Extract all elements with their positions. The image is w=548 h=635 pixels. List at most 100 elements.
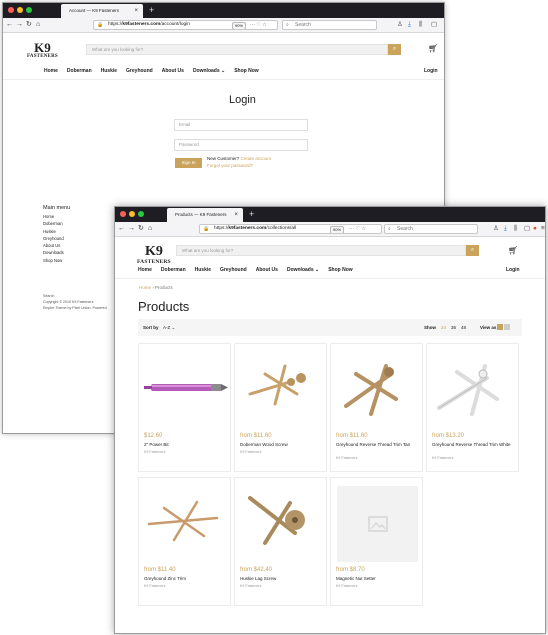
zoom-window-dot[interactable] [138,211,144,217]
nav-huskie[interactable]: Huskie [101,68,117,74]
reload-icon[interactable]: ↻ [26,20,32,30]
sidebar-icon[interactable]: ▢ [524,224,530,234]
close-window-dot[interactable] [8,7,14,13]
product-card[interactable]: from $42.40 Huskie Lag Screw K9 Fastener… [234,477,327,606]
sidebar-icon[interactable]: ▢ [431,20,437,30]
nav-home[interactable]: Home [138,267,152,273]
page-actions-icon[interactable]: ··· ♡ ☆ [349,225,366,233]
nav-downloads[interactable]: Downloads ⌄ [287,267,319,273]
password-field[interactable]: Password [174,139,308,151]
nav-huskie[interactable]: Huskie [195,267,211,273]
show-option-36[interactable]: 36 [451,325,456,330]
show-option-24[interactable]: 24 [441,325,446,330]
cart-icon[interactable]: 🛒︎ [428,44,438,53]
footer-link[interactable]: Shop Now [43,257,64,264]
nav-shop-now[interactable]: Shop Now [234,68,258,74]
url-bar[interactable]: 🔒 https://k9fasteners.com/collections/al… [199,224,382,234]
site-logo[interactable]: K9 FASTENERS [137,245,171,266]
account-icon[interactable]: ♙ [397,20,403,30]
library-icon[interactable]: ⫼ [514,224,517,234]
product-name[interactable]: Greyhound Reverse Thread Trim Tan [336,442,416,448]
site-logo[interactable]: K9 FASTENERS [27,41,58,60]
product-card[interactable]: from $11.40 Greyhound Zinc Trim K9 Faste… [138,477,231,606]
footer-link[interactable]: Greyhound [43,235,64,242]
extension-icon[interactable]: ● [533,224,537,234]
lock-icon: 🔒 [97,22,104,28]
breadcrumb-home[interactable]: Home [139,285,151,290]
page-actions-icon[interactable]: ··· ♡ ☆ [250,21,267,29]
new-tab-icon[interactable]: + [149,3,154,17]
reload-icon[interactable]: ↻ [138,224,144,234]
nav-about-us[interactable]: About Us [256,267,278,273]
minimize-window-dot[interactable] [129,211,135,217]
footer-link[interactable]: About Us [43,242,64,249]
site-search-input[interactable]: What are you looking for? [176,245,466,256]
nav-home[interactable]: Home [44,68,58,74]
download-icon[interactable]: ⤓ [504,224,507,234]
close-window-dot[interactable] [120,211,126,217]
show-option-48[interactable]: 48 [461,325,466,330]
account-icon[interactable]: ♙ [493,224,499,234]
url-prefix: https:// [108,22,123,27]
download-icon[interactable]: ⤓ [408,20,411,30]
product-card[interactable]: from $8.70 Magnetic Nut Setter K9 Fasten… [330,477,423,606]
url-bar[interactable]: 🔒 https://k9fasteners.com/account/login … [93,20,278,30]
sign-in-button[interactable]: Sign In [175,158,202,168]
home-icon[interactable]: ⌂ [36,20,40,30]
tab-products[interactable]: Products — K9 Fasteners × [167,208,243,222]
library-icon[interactable]: ⫼ [419,20,422,30]
product-name[interactable]: Greyhound Zinc Trim [144,576,224,582]
footer-link[interactable]: Home [43,213,64,220]
forward-arrow-icon[interactable]: → [16,20,23,30]
forward-arrow-icon[interactable]: → [128,224,135,234]
footer-link[interactable]: Doberman [43,220,64,227]
nav-doberman[interactable]: Doberman [67,68,92,74]
login-link[interactable]: Login [424,68,438,74]
home-icon[interactable]: ⌂ [148,224,152,234]
back-arrow-icon[interactable]: ← [6,20,13,30]
site-search-button[interactable]: ⌕ [388,44,401,55]
zoom-level[interactable]: 90% [330,226,345,233]
product-name[interactable]: Magnetic Nut Setter [336,576,416,582]
site-search-input[interactable]: What are you looking for? [86,44,388,55]
email-field[interactable]: Email [174,119,308,131]
url-prefix: https:// [214,226,229,231]
nav-doberman[interactable]: Doberman [161,267,186,273]
browser-search-input[interactable]: ⌕ Search [384,224,478,234]
create-account-link[interactable]: Create account [241,156,272,161]
nav-downloads[interactable]: Downloads ⌄ [193,68,225,74]
cart-icon[interactable]: 🛒︎ [508,246,518,255]
close-tab-icon[interactable]: × [234,208,238,222]
sort-select[interactable]: A-Z ⌄ [163,325,175,331]
grid-view-icon[interactable] [497,324,503,330]
nav-about-us[interactable]: About Us [162,68,184,74]
new-tab-icon[interactable]: + [249,207,254,221]
product-name[interactable]: 2" Power Bit [144,442,224,448]
product-name[interactable]: Huskie Lag Screw [240,576,320,582]
image-placeholder [337,486,418,562]
product-card[interactable]: from $11.60 Greyhound Reverse Thread Tri… [330,343,423,472]
nav-shop-now[interactable]: Shop Now [328,267,352,273]
tab-account[interactable]: Account — K9 Fasteners × [61,4,143,18]
zoom-level[interactable]: 90% [232,22,247,29]
browser-search-input[interactable]: ⌕ Search [282,20,377,30]
site-search-button[interactable]: ⌕ [466,245,479,256]
nav-greyhound[interactable]: Greyhound [126,68,153,74]
footer-link[interactable]: Downloads [43,249,64,256]
product-name[interactable]: Doberman Wood Screw [240,442,320,448]
login-link[interactable]: Login [506,267,520,273]
menu-icon[interactable]: ≡ [541,224,545,234]
product-name[interactable]: Greyhound Reverse Thread Trim White [432,442,512,448]
footer-link[interactable]: Huskie [43,228,64,235]
lock-icon: 🔒 [203,226,210,232]
forgot-password-link[interactable]: Forgot your password? [207,163,253,168]
minimize-window-dot[interactable] [17,7,23,13]
nav-greyhound[interactable]: Greyhound [220,267,247,273]
zoom-window-dot[interactable] [26,7,32,13]
list-view-icon[interactable] [504,324,510,330]
back-arrow-icon[interactable]: ← [118,224,125,234]
product-card[interactable]: $12.60 2" Power Bit K9 Fasteners [138,343,231,472]
product-card[interactable]: from $13.20 Greyhound Reverse Thread Tri… [426,343,519,472]
product-card[interactable]: from $11.60 Doberman Wood Screw K9 Faste… [234,343,327,472]
close-tab-icon[interactable]: × [134,4,138,18]
